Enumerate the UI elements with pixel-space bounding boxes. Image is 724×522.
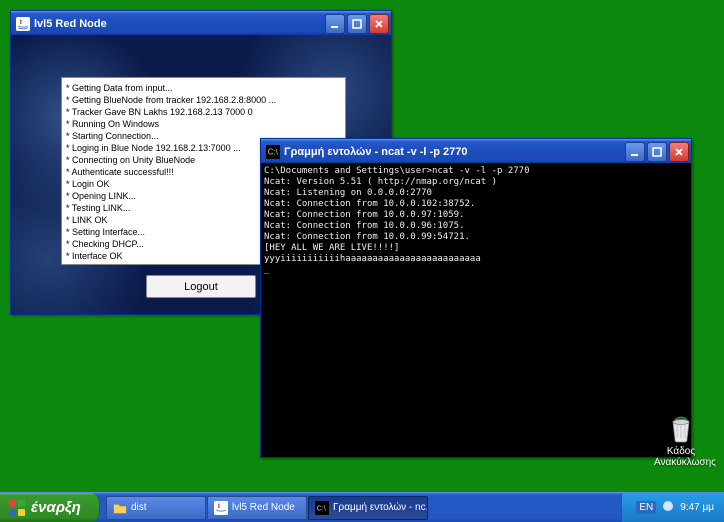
java-icon (16, 17, 30, 31)
taskbar-item-terminal[interactable]: C:\ Γραμμή εντολών - nc... (308, 496, 428, 520)
close-button[interactable] (669, 142, 689, 162)
java-icon (214, 501, 228, 515)
terminal-window: C:\ Γραμμή εντολών - ncat -v -l -p 2770 … (260, 138, 692, 458)
terminal-title: Γραμμή εντολών - ncat -v -l -p 2770 (284, 146, 625, 158)
maximize-button[interactable] (347, 14, 367, 34)
taskbar-item-rednode[interactable]: lvl5 Red Node (207, 496, 307, 520)
clock[interactable]: 9:47 μμ (680, 502, 714, 513)
recycle-bin-label: Κάδος Ανακύκλωσης (654, 446, 708, 468)
log-line: Running On Windows (66, 118, 341, 130)
rednode-titlebar[interactable]: lvl5 Red Node (11, 11, 391, 35)
logout-button[interactable]: Logout (146, 275, 256, 298)
terminal-titlebar[interactable]: C:\ Γραμμή εντολών - ncat -v -l -p 2770 (261, 139, 691, 163)
taskbar-item-label: lvl5 Red Node (232, 502, 295, 513)
maximize-button[interactable] (647, 142, 667, 162)
system-tray: EN 9:47 μμ (621, 493, 724, 522)
folder-icon (113, 501, 127, 515)
window-buttons (625, 142, 689, 162)
log-line: Tracker Gave BN Lakhs 192.168.2.13 7000 … (66, 106, 341, 118)
taskbar-items: dist lvl5 Red Node C:\ Γραμμή εντολών - … (100, 493, 621, 522)
taskbar-item-label: Γραμμή εντολών - nc... (333, 502, 428, 513)
taskbar-item-label: dist (131, 502, 147, 513)
taskbar: έναρξη dist lvl5 Red Node C:\ Γραμμή εντ… (0, 492, 724, 522)
log-line: Getting BlueNode from tracker 192.168.2.… (66, 94, 341, 106)
rednode-title: lvl5 Red Node (34, 18, 325, 30)
recycle-bin-icon (665, 412, 697, 444)
window-buttons (325, 14, 389, 34)
minimize-button[interactable] (325, 14, 345, 34)
svg-text:C:\: C:\ (317, 505, 326, 512)
terminal-output[interactable]: C:\Documents and Settings\user>ncat -v -… (261, 163, 691, 457)
cmd-icon: C:\ (315, 501, 329, 515)
cmd-icon: C:\ (266, 145, 280, 159)
windows-logo-icon (8, 499, 26, 517)
log-line: Getting Data from input... (66, 82, 341, 94)
start-button[interactable]: έναρξη (0, 493, 100, 522)
svg-text:C:\: C:\ (268, 147, 279, 156)
tray-icon[interactable] (662, 500, 674, 515)
close-button[interactable] (369, 14, 389, 34)
language-indicator[interactable]: EN (636, 501, 656, 514)
start-label: έναρξη (31, 499, 81, 516)
minimize-button[interactable] (625, 142, 645, 162)
taskbar-item-dist[interactable]: dist (106, 496, 206, 520)
recycle-bin[interactable]: Κάδος Ανακύκλωσης (654, 412, 708, 468)
